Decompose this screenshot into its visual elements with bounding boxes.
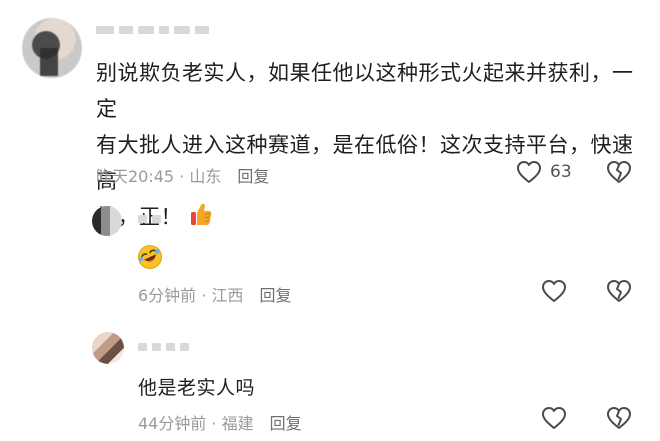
like-button[interactable] — [541, 279, 567, 303]
comment-meta: 昨天20:45 · 山东 回复 — [96, 163, 269, 187]
thumbs-up-icon — [190, 201, 212, 225]
username-blurred[interactable] — [138, 215, 161, 223]
heart-icon — [542, 407, 566, 429]
comment-line-last: 效，正！ — [96, 199, 636, 235]
comment-meta: 6分钟前 · 江西 回复 — [138, 282, 291, 306]
heart-icon — [542, 280, 566, 302]
comment-text: 他是老实人吗 — [138, 377, 256, 399]
heart-icon — [517, 161, 541, 183]
reply-button[interactable]: 回复 — [259, 282, 291, 306]
comment-text: 别说欺负老实人，如果任他以这种形式火起来并获利，一定 有大批人进入这种赛道，是在… — [96, 55, 636, 235]
broken-heart-icon[interactable] — [606, 406, 632, 434]
username-blurred[interactable] — [138, 343, 189, 351]
like-button[interactable]: 63 — [516, 160, 572, 184]
broken-heart-icon[interactable] — [606, 160, 632, 188]
comment-thread: 别说欺负老实人，如果任他以这种形式火起来并获利，一定 有大批人进入这种赛道，是在… — [0, 0, 660, 441]
comment-line: 别说欺负老实人，如果任他以这种形式火起来并获利，一定 — [96, 61, 634, 121]
avatar[interactable] — [22, 18, 82, 78]
avatar[interactable] — [92, 332, 124, 364]
time-location: 44分钟前 · 福建 — [138, 414, 254, 433]
reply-button[interactable]: 回复 — [237, 163, 269, 187]
like-button[interactable] — [541, 406, 567, 430]
avatar[interactable] — [92, 206, 122, 236]
like-count: 63 — [550, 162, 572, 182]
username-blurred[interactable] — [96, 26, 209, 34]
comment-meta: 44分钟前 · 福建 回复 — [138, 410, 302, 434]
time-location: 昨天20:45 · 山东 — [96, 167, 222, 186]
time-location: 6分钟前 · 江西 — [138, 286, 244, 305]
laughing-face-icon — [137, 244, 163, 270]
reply-button[interactable]: 回复 — [270, 410, 302, 434]
broken-heart-icon[interactable] — [606, 279, 632, 307]
